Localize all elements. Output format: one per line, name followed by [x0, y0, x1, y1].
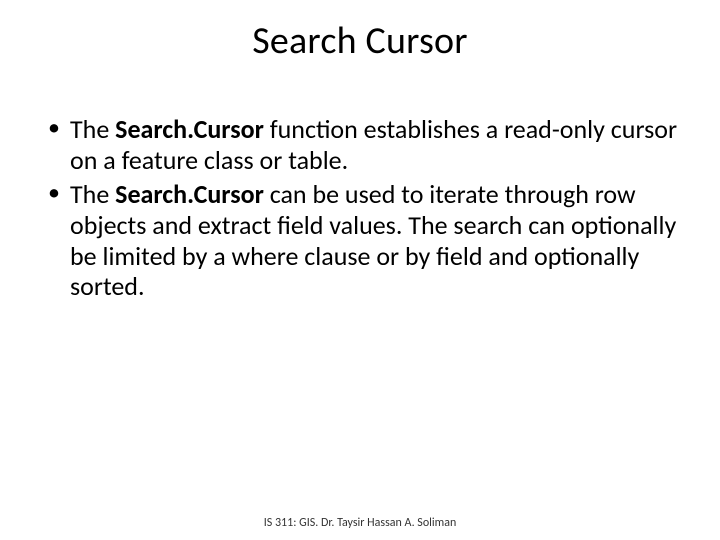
- slide-title: Search Cursor: [0, 18, 720, 64]
- bullet-text-pre: The: [70, 113, 115, 145]
- bullet-list: The Search.Cursor function establishes a…: [48, 114, 686, 302]
- bullet-text-bold: Search.Cursor: [115, 113, 264, 145]
- bullet-text-bold: Search.Cursor: [115, 178, 264, 210]
- slide: Search Cursor The Search.Cursor function…: [0, 18, 720, 540]
- slide-body: The Search.Cursor function establishes a…: [0, 114, 720, 302]
- bullet-item: The Search.Cursor function establishes a…: [48, 114, 686, 175]
- bullet-item: The Search.Cursor can be used to iterate…: [48, 179, 686, 302]
- slide-footer: IS 311: GIS. Dr. Taysir Hassan A. Solima…: [0, 516, 720, 530]
- bullet-text-pre: The: [70, 178, 115, 210]
